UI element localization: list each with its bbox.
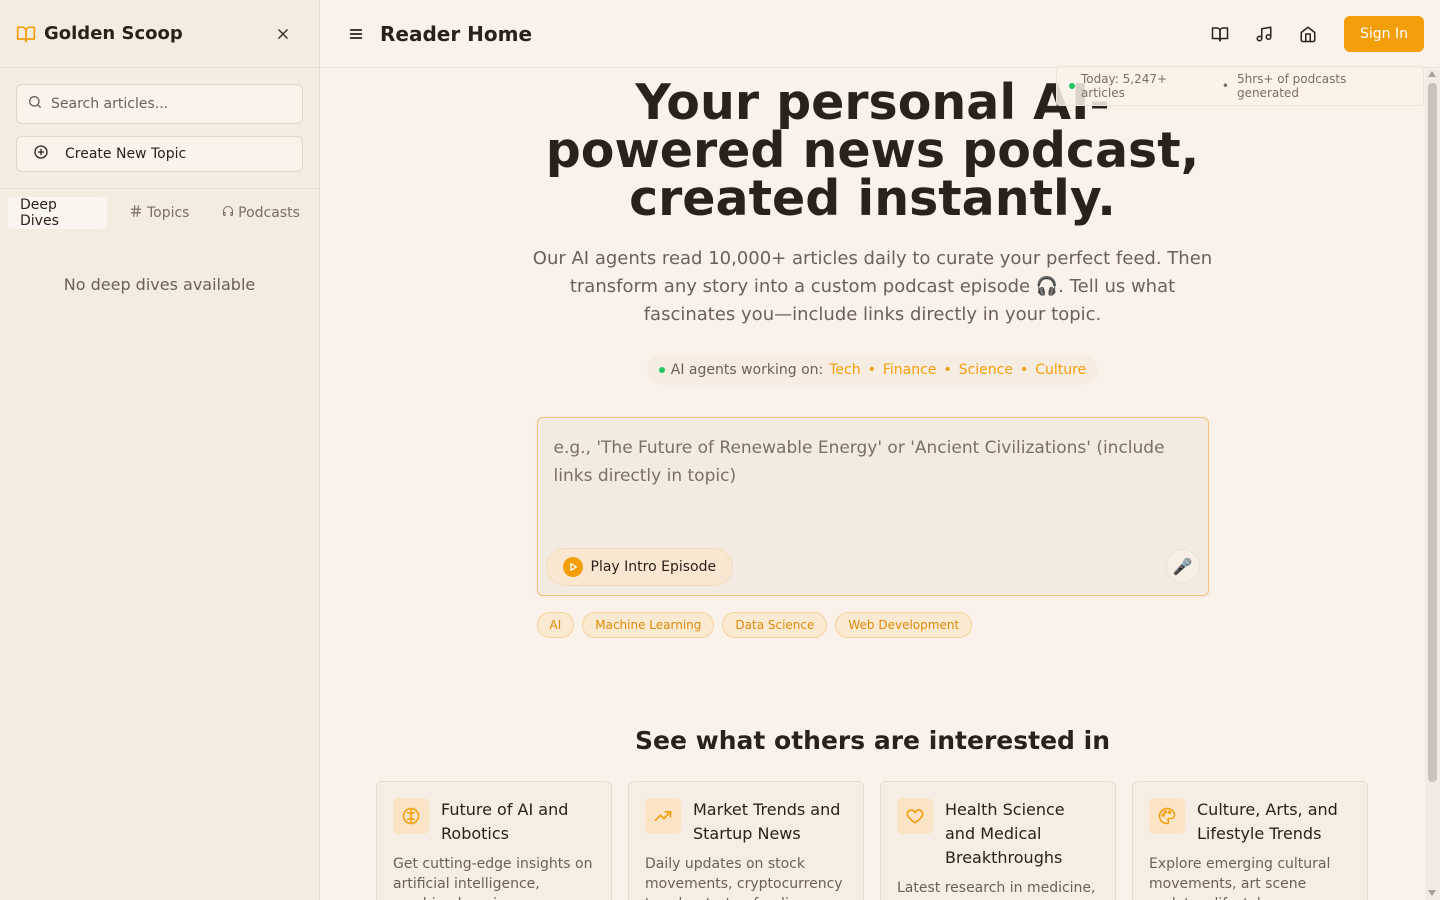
tab-label: Podcasts — [238, 205, 300, 221]
status-dot — [1069, 83, 1075, 89]
home-icon[interactable] — [1290, 16, 1326, 52]
play-icon — [562, 557, 583, 577]
agent-separator: • — [867, 362, 876, 378]
suggestion-chips: AI Machine Learning Data Science Web Dev… — [536, 612, 1209, 638]
stats-separator: • — [1221, 79, 1229, 93]
interest-card-markets[interactable]: Market Trends and Startup News Daily upd… — [628, 781, 864, 900]
interest-card-health[interactable]: Health Science and Medical Breakthroughs… — [880, 781, 1116, 900]
scroll-thumb[interactable] — [1428, 83, 1437, 782]
interest-cards: Future of AI and Robotics Get cutting-ed… — [376, 781, 1425, 900]
agent-category: Science — [958, 362, 1013, 378]
card-description: Latest research in medicine, nutrition s… — [897, 880, 1096, 896]
tab-label: Topics — [146, 205, 190, 221]
agents-status: AI agents working on: Tech • Finance • S… — [646, 355, 1099, 385]
scroll-up-arrow[interactable] — [1428, 71, 1436, 77]
card-title: Future of AI and Robotics — [441, 800, 569, 843]
heart-icon — [897, 798, 933, 834]
hash-icon — [129, 204, 147, 222]
topic-prompt: Play Intro Episode 🎤 — [536, 417, 1209, 596]
brain-icon — [393, 798, 429, 834]
book-open-icon — [16, 24, 36, 44]
chip-web-development[interactable]: Web Development — [835, 612, 973, 638]
menu-icon[interactable] — [344, 22, 368, 46]
card-description: Explore emerging cultural movements, art… — [1149, 856, 1331, 900]
main-content: Your personal AI-powered news podcast, c… — [320, 69, 1425, 900]
agent-category: Culture — [1035, 362, 1087, 378]
agent-category: Finance — [882, 362, 937, 378]
tab-label: Deep Dives — [20, 197, 59, 229]
agent-category: Tech — [829, 362, 861, 378]
scrollbar[interactable] — [1425, 69, 1440, 900]
tab-deep-dives[interactable]: Deep Dives — [8, 197, 108, 229]
card-title: Culture, Arts, and Lifestyle Trends — [1197, 800, 1338, 843]
chip-data-science[interactable]: Data Science — [722, 612, 828, 638]
interests-title: See what others are interested in — [635, 726, 1110, 755]
search-box — [16, 84, 303, 124]
agent-separator: • — [943, 362, 952, 378]
topic-input[interactable] — [537, 418, 1208, 538]
card-title: Health Science and Medical Breakthroughs — [945, 800, 1065, 867]
tab-topics[interactable]: Topics — [111, 197, 207, 229]
app-name: Golden Scoop — [44, 23, 183, 44]
topbar: Reader Home Sign In — [320, 0, 1440, 68]
stats-articles: Today: 5,247+ articles — [1080, 72, 1168, 100]
palette-icon — [1149, 798, 1185, 834]
create-topic-label: Create New Topic — [65, 146, 187, 162]
agents-label: AI agents working on: — [670, 362, 824, 378]
status-dot — [658, 367, 665, 373]
card-description: Daily updates on stock movements, crypto… — [645, 856, 843, 900]
agent-separator: • — [1019, 362, 1029, 378]
book-open-icon[interactable] — [1202, 16, 1238, 52]
plus-circle-icon — [33, 144, 65, 164]
interest-card-ai[interactable]: Future of AI and Robotics Get cutting-ed… — [376, 781, 612, 900]
trending-up-icon — [645, 798, 681, 834]
close-icon[interactable] — [271, 22, 295, 46]
card-description: Get cutting-edge insights on artificial … — [393, 856, 593, 900]
search-icon — [27, 94, 43, 114]
card-title: Market Trends and Startup News — [693, 800, 841, 843]
create-topic-button[interactable]: Create New Topic — [16, 136, 303, 172]
play-intro-label: Play Intro Episode — [590, 559, 717, 575]
headphones-icon — [222, 205, 238, 221]
music-icon[interactable] — [1246, 16, 1282, 52]
chip-ai[interactable]: AI — [536, 612, 575, 638]
microphone-icon[interactable]: 🎤 — [1165, 549, 1200, 583]
chip-machine-learning[interactable]: Machine Learning — [582, 612, 715, 638]
interest-card-culture[interactable]: Culture, Arts, and Lifestyle Trends Expl… — [1132, 781, 1368, 900]
hero-subtitle: Our AI agents read 10,000+ articles dail… — [532, 248, 1213, 325]
tab-podcasts[interactable]: Podcasts — [211, 197, 311, 229]
sidebar: Golden Scoop Create New Topic Deep Dives… — [0, 0, 320, 900]
sidebar-header: Golden Scoop — [0, 0, 319, 68]
empty-state: No deep dives available — [63, 275, 256, 294]
play-intro-button[interactable]: Play Intro Episode — [545, 548, 734, 586]
search-input[interactable] — [51, 96, 292, 112]
sign-in-button[interactable]: Sign In — [1344, 15, 1424, 52]
page-title: Reader Home — [380, 21, 533, 46]
sidebar-tabs: Deep Dives Topics Podcasts — [0, 189, 319, 229]
scroll-down-arrow[interactable] — [1428, 890, 1436, 896]
stats-podcasts: 5hrs+ of podcasts generated — [1236, 72, 1347, 100]
stats-badge: Today: 5,247+ articles • 5hrs+ of podcas… — [1056, 66, 1424, 106]
